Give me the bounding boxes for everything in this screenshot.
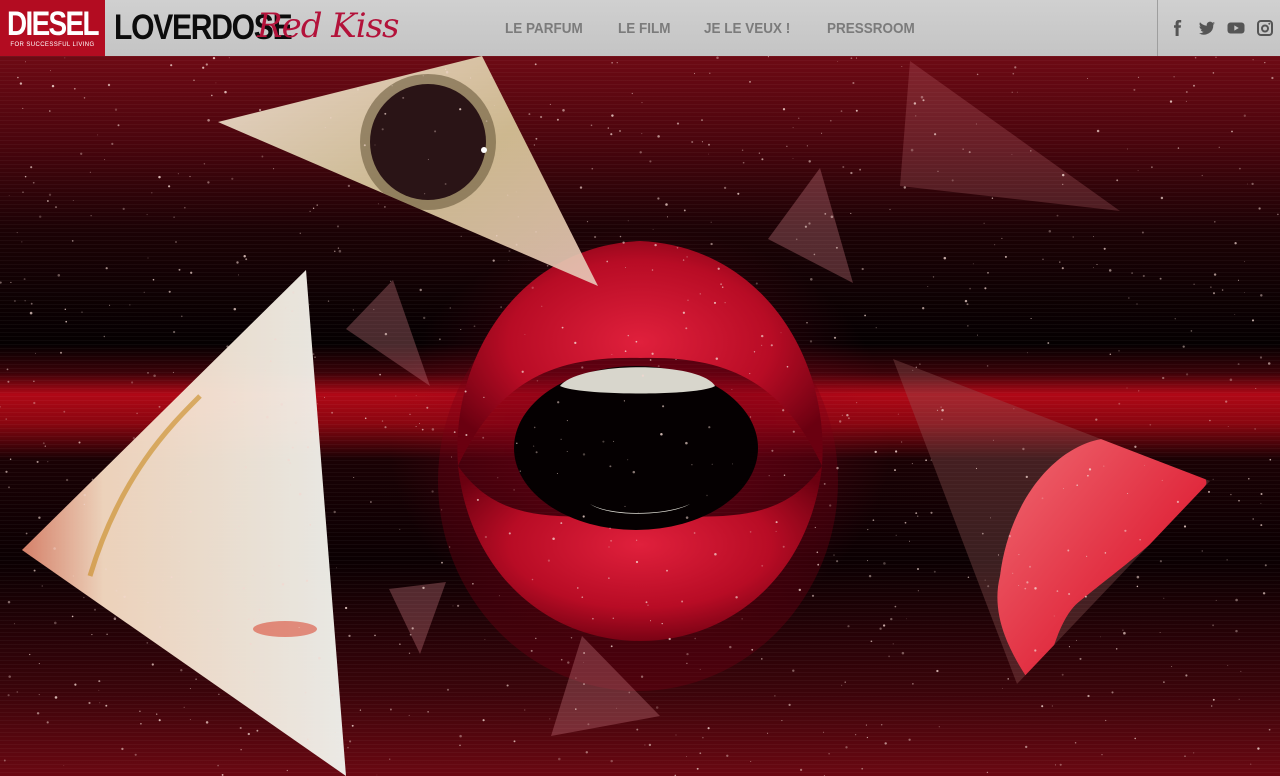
diesel-logo-word: DIESEL xyxy=(7,5,100,43)
social-divider xyxy=(1157,0,1158,56)
hero-visual xyxy=(0,56,1280,776)
nav-item-le-film[interactable]: LE FILM xyxy=(618,20,670,37)
twitter-icon[interactable] xyxy=(1197,18,1217,38)
eye-triangle-image xyxy=(218,56,598,286)
instagram-icon[interactable] xyxy=(1255,18,1275,38)
youtube-icon[interactable] xyxy=(1226,18,1246,38)
left-triangle-image xyxy=(22,270,346,776)
hero-artwork xyxy=(0,56,1279,776)
product-script-title: Red Kiss xyxy=(257,6,399,46)
rose-triangle-image xyxy=(893,359,1210,684)
nav-item-pressroom[interactable]: PRESSROOM xyxy=(827,20,915,37)
main-nav: LE PARFUM LE FILM JE LE VEUX ! PRESSROOM xyxy=(505,0,924,56)
social-links xyxy=(1168,18,1275,38)
nav-item-le-parfum[interactable]: LE PARFUM xyxy=(505,20,583,37)
facebook-icon[interactable] xyxy=(1168,18,1188,38)
diesel-logo[interactable]: DIESEL FOR SUCCESSFUL LIVING xyxy=(0,0,105,56)
site-header: DIESEL FOR SUCCESSFUL LIVING LOVERDOSE R… xyxy=(0,0,1280,56)
lips-image xyxy=(438,241,838,691)
nav-item-je-le-veux[interactable]: JE LE VEUX ! xyxy=(704,20,790,37)
